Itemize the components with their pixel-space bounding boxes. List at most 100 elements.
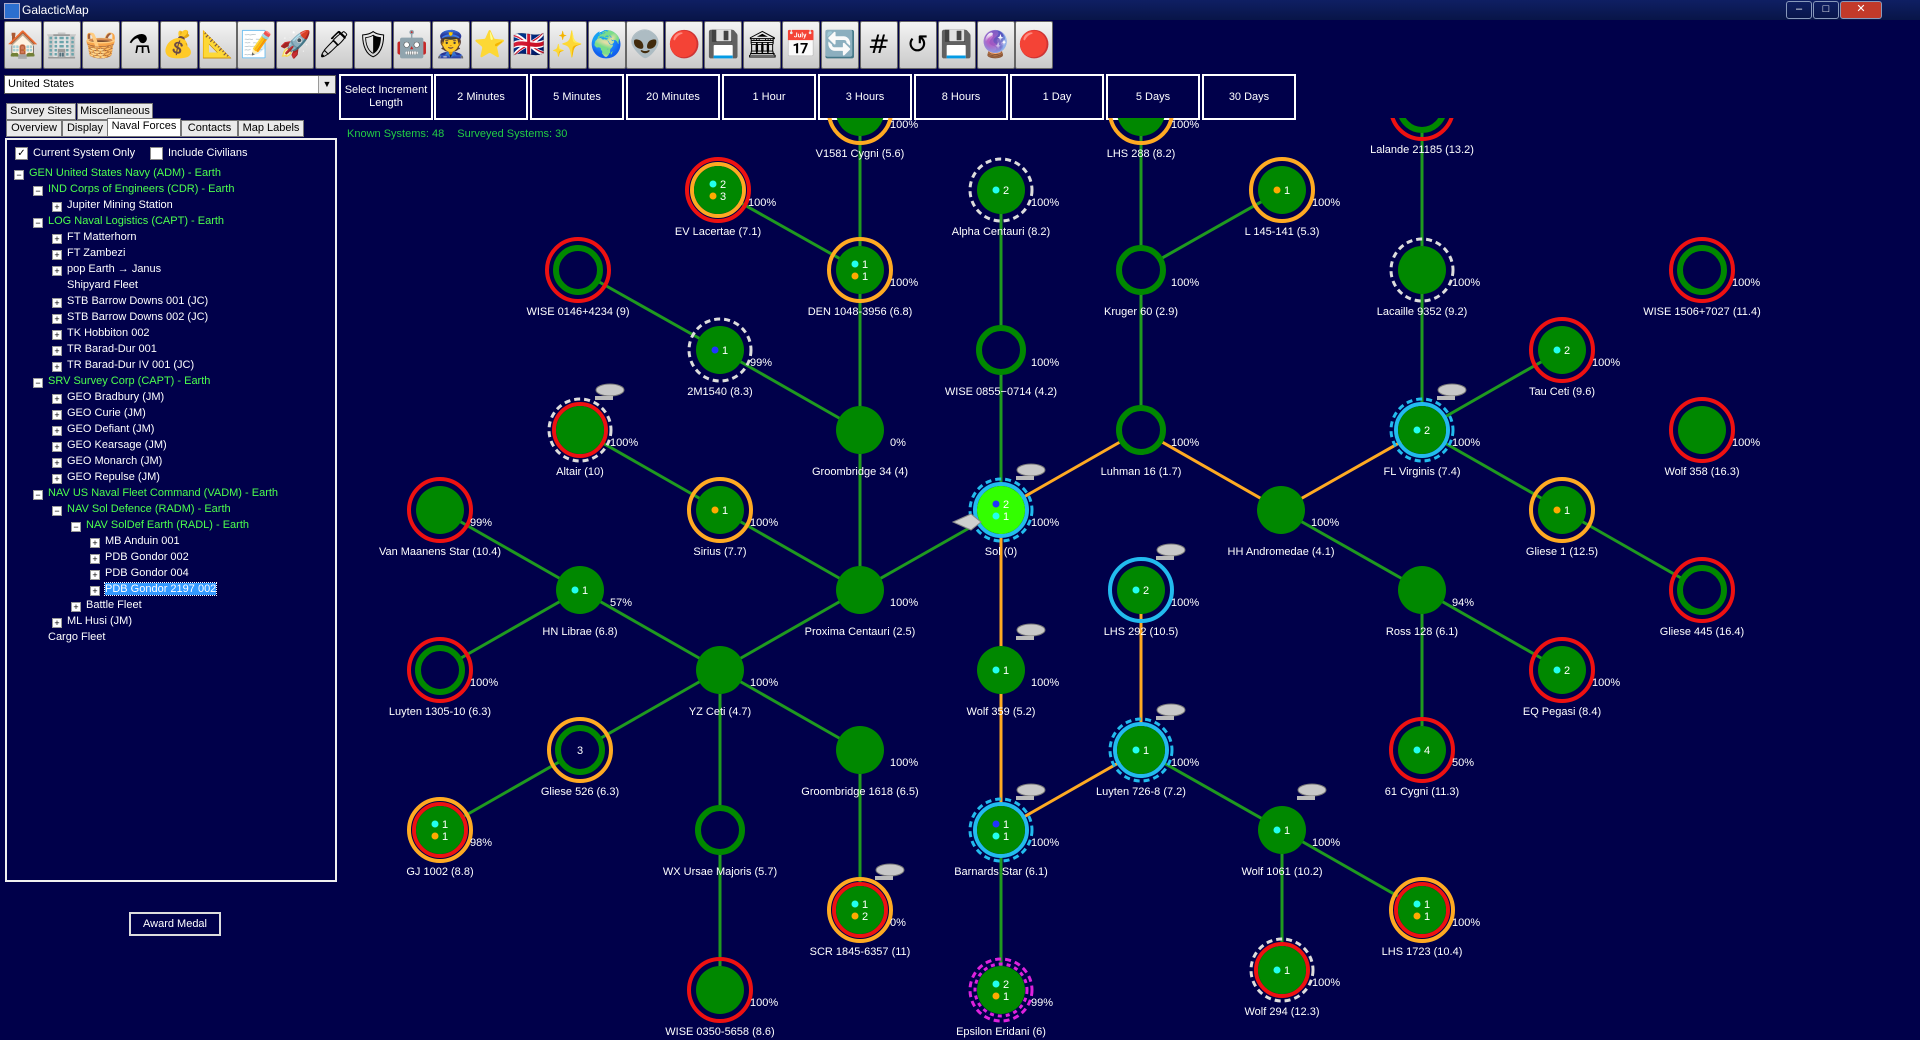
save-icon[interactable]: 💾 xyxy=(937,21,976,69)
include-civilians-checkbox[interactable] xyxy=(150,147,163,160)
star-system[interactable]: 11 LHS 1723 (10.4) 100% xyxy=(1382,877,1481,958)
tree-node[interactable]: GEN United States Navy (ADM) - Earth xyxy=(29,167,221,179)
expand-icon[interactable]: + xyxy=(90,586,100,596)
red-eye-icon[interactable]: 🔴 xyxy=(665,21,704,69)
star-system[interactable]: WISE 1506+7027 (11.4) 100% xyxy=(1643,237,1761,318)
star-system[interactable]: HH Andromedae (4.1) 100% xyxy=(1228,486,1340,558)
tree-node[interactable]: GEO Monarch (JM) xyxy=(67,455,162,467)
tree-node[interactable]: IND Corps of Engineers (CDR) - Earth xyxy=(48,183,234,195)
tree-node[interactable]: ML Husi (JM) xyxy=(67,615,132,627)
star-system[interactable]: 21 Sol (0) 100% xyxy=(968,463,1059,558)
tree-node[interactable]: STB Barrow Downs 001 (JC) xyxy=(67,295,208,307)
star-system[interactable]: WX Ursae Majoris (5.7) xyxy=(663,805,777,878)
star-system[interactable]: Wolf 358 (16.3) 100% xyxy=(1664,397,1760,478)
star-system[interactable]: Proxima Centauri (2.5) 100% xyxy=(805,566,919,638)
collapse-icon[interactable]: − xyxy=(14,170,24,180)
expand-icon[interactable]: + xyxy=(52,362,62,372)
red-button-icon[interactable]: 🔴 xyxy=(1015,21,1054,69)
star-system[interactable]: 1 Wolf 359 (5.2) 100% xyxy=(967,623,1060,718)
star-system[interactable]: Gliese 445 (16.4) xyxy=(1660,557,1744,638)
tree-node[interactable]: NAV US Naval Fleet Command (VADM) - Eart… xyxy=(48,487,278,499)
tree-node[interactable]: LOG Naval Logistics (CAPT) - Earth xyxy=(48,215,224,227)
minimize-icon[interactable]: – xyxy=(1786,1,1812,19)
blueprint-icon[interactable]: 📐 xyxy=(198,21,237,69)
house-icon[interactable]: 🏠 xyxy=(4,21,42,69)
chevron-down-icon[interactable]: ▼ xyxy=(318,76,335,93)
tree-node[interactable]: SRV Survey Corp (CAPT) - Earth xyxy=(48,375,210,387)
expand-icon[interactable]: + xyxy=(52,202,62,212)
star-system[interactable]: Lalande 21185 (13.2) xyxy=(1370,77,1474,156)
increment-button[interactable]: 20 Minutes xyxy=(626,74,720,120)
collapse-icon[interactable]: − xyxy=(71,522,81,532)
grid-icon[interactable]: # xyxy=(859,21,898,69)
star-system[interactable]: 4 61 Cygni (11.3) 50% xyxy=(1385,717,1474,798)
missile-icon[interactable]: 🖊 xyxy=(315,21,354,69)
star-system[interactable]: 2 FL Virginis (7.4) 100% xyxy=(1383,383,1480,478)
star-system[interactable]: Altair (10) 100% xyxy=(547,383,638,478)
walker-icon[interactable]: 🤖 xyxy=(393,21,431,69)
tree-node[interactable]: TK Hobbiton 002 xyxy=(67,327,150,339)
tree-node[interactable]: pop Earth → Janus xyxy=(67,263,161,275)
tree-node[interactable]: Battle Fleet xyxy=(86,599,142,611)
tree-node[interactable]: Cargo Fleet xyxy=(48,631,105,643)
alien-icon[interactable]: 👽 xyxy=(626,21,665,69)
star-system[interactable]: 1 L 145-141 (5.3) 100% xyxy=(1245,157,1341,238)
tree-node[interactable]: FT Matterhorn xyxy=(67,231,137,243)
star-system[interactable]: 3 Gliese 526 (6.3) xyxy=(541,717,619,798)
tree-node[interactable]: Shipyard Fleet xyxy=(67,279,138,291)
star-system[interactable]: 1 2M1540 (8.3) 99% xyxy=(687,317,772,398)
tab-survey-sites[interactable]: Survey Sites xyxy=(6,103,76,120)
star-system[interactable]: 2 Alpha Centauri (8.2) 100% xyxy=(952,157,1060,238)
collapse-icon[interactable]: − xyxy=(33,490,43,500)
expand-icon[interactable]: + xyxy=(52,426,62,436)
star-system[interactable]: 1 Gliese 1 (12.5) xyxy=(1526,477,1598,558)
expand-icon[interactable]: + xyxy=(90,570,100,580)
circuit-icon[interactable]: 💾 xyxy=(704,21,743,69)
tree-node[interactable]: TR Barad-Dur IV 001 (JC) xyxy=(67,359,194,371)
star-medal-icon[interactable]: ⭐ xyxy=(470,21,509,69)
increment-button[interactable]: 2 Minutes xyxy=(434,74,528,120)
tree-node[interactable]: PDB Gondor 004 xyxy=(105,567,189,579)
tree-node[interactable]: FT Zambezi xyxy=(67,247,125,259)
tree-node[interactable]: GEO Curie (JM) xyxy=(67,407,146,419)
expand-icon[interactable]: + xyxy=(52,346,62,356)
expand-icon[interactable]: + xyxy=(52,298,62,308)
cargo-icon[interactable]: 🧺 xyxy=(81,21,120,69)
expand-icon[interactable]: + xyxy=(52,474,62,484)
increment-button[interactable]: 5 Days xyxy=(1106,74,1200,120)
system-map-icon[interactable]: ✨ xyxy=(548,21,587,69)
increment-button[interactable]: 5 Minutes xyxy=(530,74,624,120)
increment-button[interactable]: 30 Days xyxy=(1202,74,1296,120)
star-system[interactable]: YZ Ceti (4.7) 100% xyxy=(689,646,779,718)
collapse-icon[interactable]: − xyxy=(33,218,43,228)
star-system[interactable]: 2 Tau Ceti (9.6) 100% xyxy=(1529,317,1620,398)
expand-icon[interactable]: + xyxy=(52,618,62,628)
expand-icon[interactable]: + xyxy=(52,394,62,404)
star-system[interactable]: 2 EQ Pegasi (8.4) 100% xyxy=(1523,637,1620,718)
undo-arrow-icon[interactable]: ↺ xyxy=(898,21,937,69)
star-system[interactable]: 1 HN Librae (6.8) 57% xyxy=(542,566,632,638)
increment-button[interactable]: 3 Hours xyxy=(818,74,912,120)
tree-node[interactable]: GEO Bradbury (JM) xyxy=(67,391,164,403)
expand-icon[interactable]: + xyxy=(52,442,62,452)
collapse-icon[interactable]: − xyxy=(52,506,62,516)
flask-icon[interactable]: ⚗ xyxy=(120,21,159,69)
star-system[interactable]: WISE 0350-5658 (8.6) 100% xyxy=(665,957,778,1038)
star-system[interactable]: 11 GJ 1002 (8.8) 98% xyxy=(406,797,492,878)
star-system[interactable]: 23 EV Lacertae (7.1) 100% xyxy=(675,157,776,238)
star-system[interactable]: 1 Luyten 726-8 (7.2) 100% xyxy=(1096,703,1199,798)
maximize-icon[interactable]: □ xyxy=(1813,1,1839,19)
star-system[interactable]: Kruger 60 (2.9) 100% xyxy=(1104,245,1199,318)
tree-node[interactable]: PDB Gondor 2197 002 xyxy=(103,582,218,596)
tree-node[interactable]: NAV Sol Defence (RADM) - Earth xyxy=(67,503,231,515)
star-system[interactable]: 12 SCR 1845-6357 (11) 0% xyxy=(810,863,911,958)
tree-node[interactable]: Jupiter Mining Station xyxy=(67,199,173,211)
star-system[interactable]: 1 Sirius (7.7) 100% xyxy=(687,477,778,558)
expand-icon[interactable]: + xyxy=(90,554,100,564)
star-system[interactable]: WISE 0855−0714 (4.2) 100% xyxy=(945,325,1059,398)
star-system[interactable]: Van Maanens Star (10.4) 99% xyxy=(379,477,501,558)
expand-icon[interactable]: + xyxy=(52,234,62,244)
star-system[interactable]: 11 Barnards Star (6.1) 100% xyxy=(954,783,1059,878)
star-system[interactable]: 2 LHS 292 (10.5) 100% xyxy=(1104,543,1200,638)
calendar-icon[interactable]: 📅 xyxy=(782,21,820,69)
